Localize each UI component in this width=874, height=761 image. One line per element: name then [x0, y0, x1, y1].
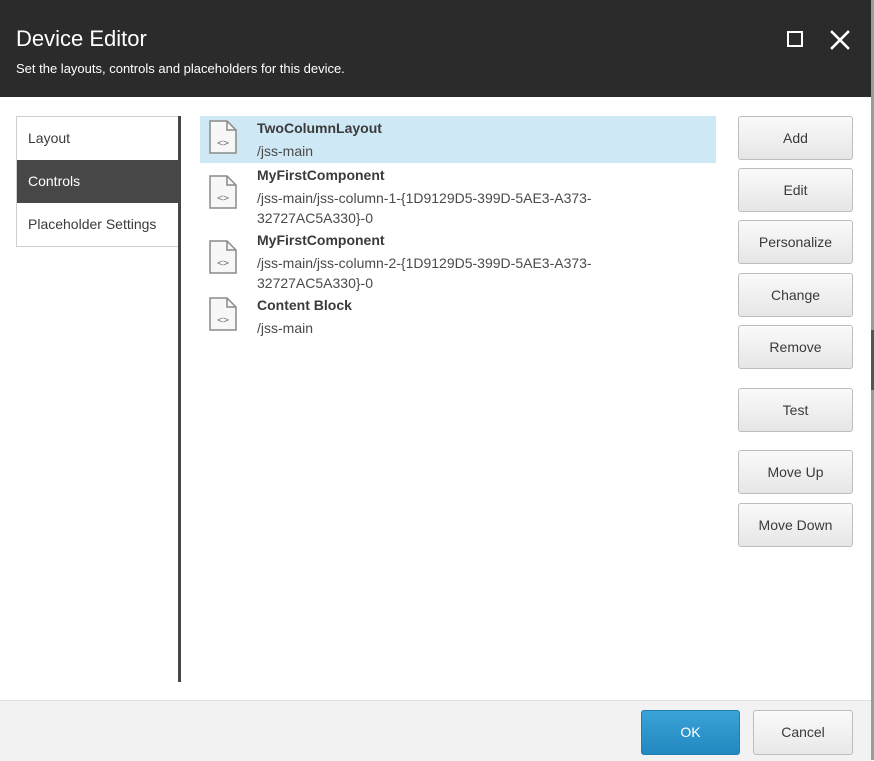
- dialog-header: Device Editor Set the layouts, controls …: [0, 0, 874, 97]
- code-file-icon: <>: [209, 120, 237, 154]
- item-path: /jss-main/jss-column-1-{1D9129D5-399D-5A…: [257, 190, 592, 226]
- svg-text:<>: <>: [217, 138, 229, 149]
- device-editor-dialog: Device Editor Set the layouts, controls …: [0, 0, 874, 761]
- move-up-button[interactable]: Move Up: [738, 450, 853, 494]
- nav-item-placeholder-settings[interactable]: Placeholder Settings: [17, 203, 179, 246]
- maximize-icon: [787, 31, 803, 47]
- close-button[interactable]: [828, 28, 852, 52]
- svg-text:<>: <>: [217, 193, 229, 204]
- item-path: /jss-main/jss-column-2-{1D9129D5-399D-5A…: [257, 255, 592, 291]
- item-name: Content Block: [257, 297, 352, 313]
- item-name: TwoColumnLayout: [257, 120, 382, 136]
- edit-button[interactable]: Edit: [738, 168, 853, 212]
- close-icon: [830, 30, 850, 50]
- list-item[interactable]: <> TwoColumnLayout /jss-main: [200, 116, 716, 163]
- svg-text:<>: <>: [217, 258, 229, 269]
- dialog-title: Device Editor: [16, 26, 147, 51]
- dialog-footer: [0, 700, 871, 761]
- svg-text:<>: <>: [217, 315, 229, 326]
- item-path: /jss-main: [257, 320, 314, 336]
- ok-button[interactable]: OK: [641, 710, 740, 755]
- nav-divider: [178, 116, 181, 682]
- add-button[interactable]: Add: [738, 116, 853, 160]
- list-item[interactable]: <> Content Block /jss-main: [200, 293, 716, 340]
- remove-button[interactable]: Remove: [738, 325, 853, 369]
- change-button[interactable]: Change: [738, 273, 853, 317]
- move-down-button[interactable]: Move Down: [738, 503, 853, 547]
- code-file-icon: <>: [209, 240, 237, 274]
- controls-list: <> TwoColumnLayout /jss-main <> MyFirstC…: [200, 116, 716, 340]
- nav-item-controls[interactable]: Controls: [17, 160, 179, 203]
- item-path: /jss-main: [257, 143, 314, 159]
- list-item[interactable]: <> MyFirstComponent /jss-main/jss-column…: [200, 228, 716, 293]
- code-file-icon: <>: [209, 297, 237, 331]
- item-name: MyFirstComponent: [257, 232, 385, 248]
- personalize-button[interactable]: Personalize: [738, 220, 853, 264]
- cancel-button[interactable]: Cancel: [753, 710, 853, 755]
- list-item[interactable]: <> MyFirstComponent /jss-main/jss-column…: [200, 163, 716, 228]
- code-file-icon: <>: [209, 175, 237, 209]
- nav-item-layout[interactable]: Layout: [17, 117, 179, 160]
- item-name: MyFirstComponent: [257, 167, 385, 183]
- dialog-subtitle: Set the layouts, controls and placeholde…: [16, 61, 345, 76]
- maximize-button[interactable]: [784, 28, 808, 52]
- side-nav: Layout Controls Placeholder Settings: [16, 116, 181, 682]
- test-button[interactable]: Test: [738, 388, 853, 432]
